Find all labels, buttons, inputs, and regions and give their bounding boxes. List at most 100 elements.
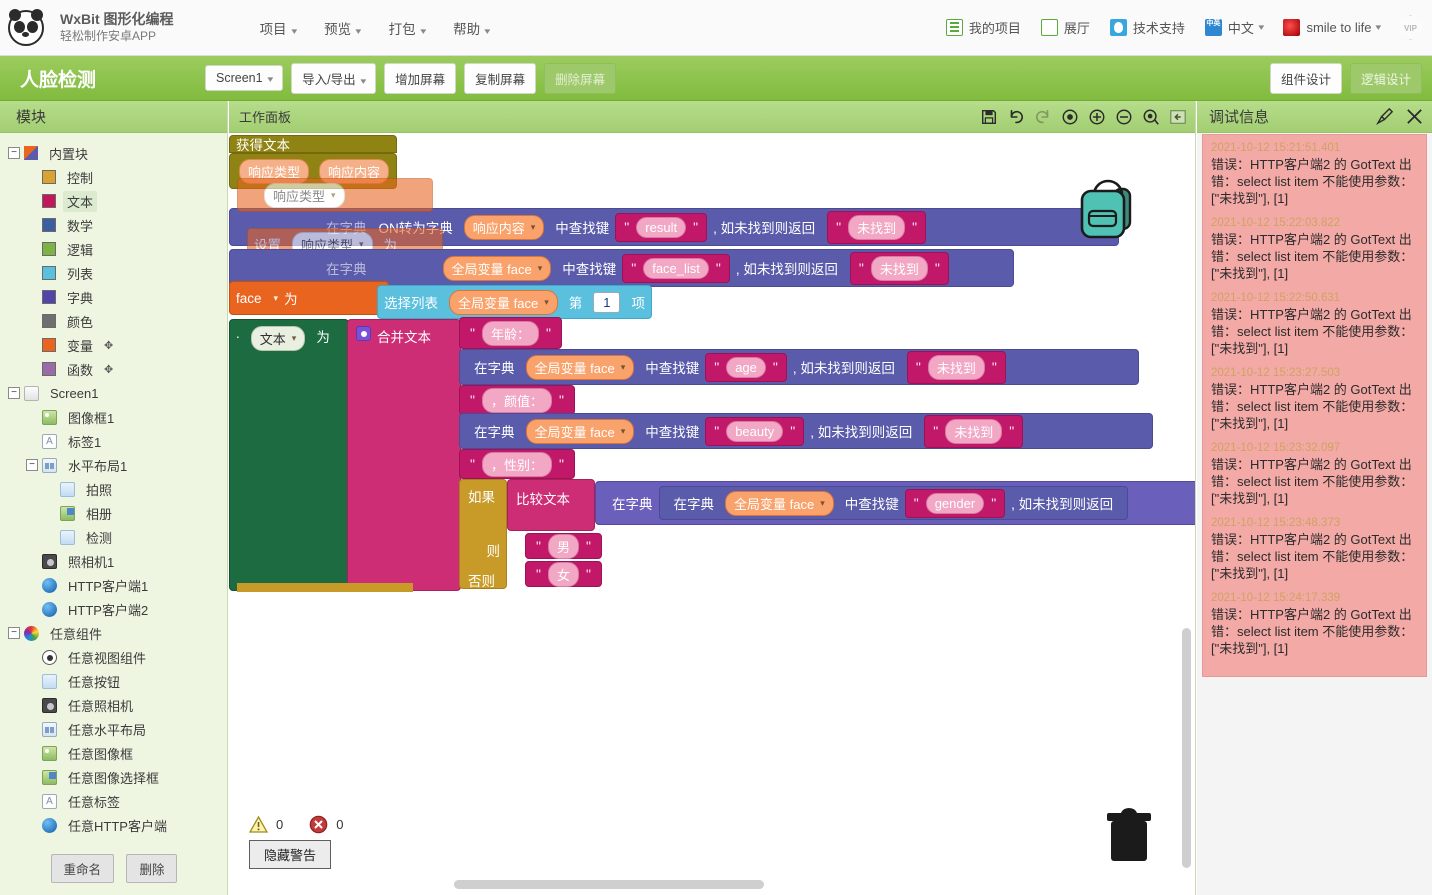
tree-toggle-icon[interactable]: − (8, 387, 20, 399)
block-female-value[interactable]: 女 (547, 561, 579, 587)
sidebar-item-16[interactable]: 检测 (0, 525, 227, 549)
sidebar-item-22[interactable]: 任意按钮 (0, 669, 227, 693)
any-component-icon (24, 625, 39, 641)
sidebar-item-1[interactable]: 控制 (0, 165, 227, 189)
block-key-beauty[interactable]: beauty (726, 420, 784, 442)
vip-badge[interactable]: VIP (1398, 15, 1423, 40)
block-key-result[interactable]: result (636, 216, 687, 238)
add-screen-button[interactable]: 增加屏幕 (384, 62, 457, 94)
sidebar-item-28[interactable]: 任意HTTP客户端 (0, 813, 227, 837)
block-key-age[interactable]: age (726, 356, 766, 378)
language-selector[interactable]: 中英 中文 ▾ (1195, 14, 1274, 41)
sidebar-item-27[interactable]: A 任意标签 (0, 789, 227, 813)
sidebar-item-25[interactable]: 任意图像框 (0, 741, 227, 765)
import-export-button[interactable]: 导入/导出 ▾ (291, 62, 377, 94)
sidebar-item-2[interactable]: 文本 (0, 189, 227, 213)
tree-toggle-icon[interactable]: − (8, 147, 20, 159)
sidebar-item-23[interactable]: 任意照相机 (0, 693, 227, 717)
user-menu[interactable]: smile to life ▾ (1273, 15, 1391, 40)
gear-icon[interactable] (356, 326, 371, 341)
block-male-value[interactable]: 男 (547, 533, 579, 559)
quote-mark: " (470, 456, 475, 472)
sidebar-item-8[interactable]: 变量 ✥ (0, 333, 227, 357)
tab-blocks[interactable]: 逻辑设计 (1349, 62, 1422, 94)
collapse-panel-icon[interactable] (1169, 108, 1187, 126)
block-str-gender[interactable]: ，性别： (481, 451, 552, 477)
screen-selector[interactable]: Screen1 ▾ (205, 65, 284, 91)
close-icon[interactable] (1405, 107, 1424, 126)
block-key-gender[interactable]: gender (925, 492, 985, 514)
brand-logo[interactable]: WxBit 图形化编程 轻松制作安卓APP (0, 8, 174, 46)
sidebar-item-15[interactable]: 相册 (0, 501, 227, 525)
rename-button[interactable]: 重命名 (50, 854, 115, 883)
block-global-face-2[interactable]: 全局变量 face ▾ (449, 289, 558, 315)
block-str-beauty[interactable]: ，颜值： (481, 387, 552, 413)
tree-toggle-icon[interactable]: − (8, 627, 20, 639)
backpack-icon[interactable] (1072, 175, 1144, 245)
sidebar-item-0[interactable]: − 内置块 (0, 141, 227, 165)
sidebar-item-7[interactable]: 颜色 (0, 309, 227, 333)
block-key-face-list[interactable]: face_list (643, 257, 709, 279)
block-not-found-value[interactable]: 未找到 (870, 255, 928, 281)
sidebar-item-12[interactable]: A 标签1 (0, 429, 227, 453)
sidebar-item-6[interactable]: 字典 (0, 285, 227, 309)
sidebar-item-18[interactable]: HTTP客户端1 (0, 573, 227, 597)
sidebar-item-14[interactable]: 拍照 (0, 477, 227, 501)
zoom-out-icon[interactable] (1115, 108, 1133, 126)
block-response-content-socket[interactable]: 响应内容 ▾ (463, 214, 545, 240)
sidebar-item-4[interactable]: 逻辑 (0, 237, 227, 261)
sidebar-item-24[interactable]: 任意水平布局 (0, 717, 227, 741)
sidebar-item-13[interactable]: − 水平布局1 (0, 453, 227, 477)
broom-icon[interactable] (1376, 107, 1395, 126)
save-icon[interactable] (980, 108, 998, 126)
support-link[interactable]: 技术支持 (1100, 14, 1195, 41)
sidebar-item-9[interactable]: 函数 ✥ (0, 357, 227, 381)
block-global-face-3[interactable]: 全局变量 face ▾ (525, 354, 635, 380)
copy-screen-button[interactable]: 复制屏幕 (464, 62, 537, 94)
gallery-link[interactable]: 展厅 (1031, 14, 1100, 41)
sidebar-item-17[interactable]: 照相机1 (0, 549, 227, 573)
hide-warnings-button[interactable]: 隐藏警告 (249, 840, 332, 869)
sidebar-item-26[interactable]: 任意图像选择框 (0, 765, 227, 789)
gear-icon[interactable]: ✥ (104, 339, 113, 352)
tab-designer[interactable]: 组件设计 (1269, 62, 1342, 94)
debug-log-list[interactable]: 2021-10-12 15:21:51.401 错误：HTTP客户端2 的 Got… (1202, 134, 1427, 677)
sidebar-item-21[interactable]: 任意视图组件 (0, 645, 227, 669)
zoom-in-icon[interactable] (1088, 108, 1106, 126)
block-not-found-value[interactable]: 未找到 (848, 214, 906, 240)
undo-icon[interactable] (1007, 108, 1025, 126)
block-global-face-1[interactable]: 全局变量 face ▾ (442, 255, 552, 281)
my-projects-link[interactable]: 我的项目 (936, 14, 1031, 41)
block-item-index[interactable]: 1 (593, 291, 621, 313)
block-str-age[interactable]: 年龄： (481, 320, 539, 346)
menu-item-help[interactable]: 帮助 ▾ (439, 12, 504, 44)
tree-toggle-icon[interactable]: − (26, 459, 38, 471)
workspace-horizontal-scrollbar[interactable] (454, 880, 764, 889)
block-not-found-value[interactable]: 未找到 (927, 354, 985, 380)
sidebar-item-10[interactable]: − Screen1 (0, 381, 227, 405)
image-icon (42, 409, 57, 425)
center-icon[interactable] (1061, 108, 1079, 126)
quote-mark: " (836, 219, 842, 235)
menu-item-package[interactable]: 打包 ▾ (375, 12, 440, 44)
brand-subtitle: 轻松制作安卓APP (60, 28, 157, 43)
sidebar-item-label: 照相机1 (68, 554, 115, 570)
sidebar-item-3[interactable]: 数学 (0, 213, 227, 237)
block-not-found-value[interactable]: 未找到 (945, 418, 1003, 444)
gear-icon[interactable]: ✥ (104, 363, 113, 376)
block-response-type-dragged[interactable]: 响应类型 ▾ (264, 182, 345, 208)
menu-item-preview[interactable]: 预览 ▾ (310, 12, 375, 44)
sidebar-item-20[interactable]: − 任意组件 (0, 621, 227, 645)
delete-button[interactable]: 删除 (126, 854, 178, 883)
menu-item-project[interactable]: 项目 ▾ (246, 12, 311, 44)
workspace-vertical-scrollbar[interactable] (1182, 628, 1191, 868)
block-global-face-4[interactable]: 全局变量 face ▾ (525, 418, 635, 444)
screenshot-icon[interactable] (1142, 108, 1160, 126)
sidebar-item-5[interactable]: 列表 (0, 261, 227, 285)
trash-icon[interactable] (1104, 805, 1154, 863)
sidebar-item-11[interactable]: 图像框1 (0, 405, 227, 429)
block-global-face-5[interactable]: 全局变量 face ▾ (725, 490, 834, 516)
block-text-property[interactable]: 文本 ▾ (250, 326, 306, 351)
blocks-canvas[interactable]: 获得文本 响应类型 响应内容 face ▾ 为 在字典 ON转为字典 响应内容▾… (229, 133, 1195, 895)
sidebar-item-19[interactable]: HTTP客户端2 (0, 597, 227, 621)
